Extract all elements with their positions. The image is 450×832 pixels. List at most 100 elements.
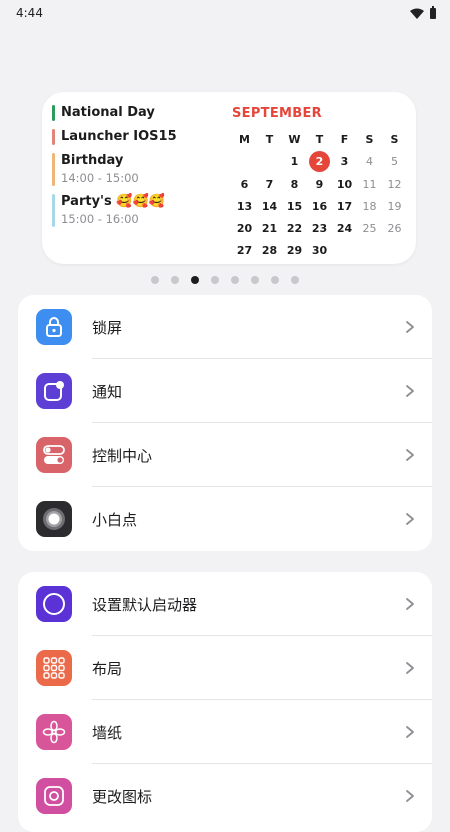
event-title: Party's 🥰🥰🥰 (61, 194, 165, 209)
page-dot[interactable] (171, 276, 179, 284)
calendar-day: 26 (387, 222, 402, 235)
settings-row-assistive-touch[interactable]: 小白点 (18, 487, 432, 551)
calendar-day: 1 (290, 155, 299, 168)
calendar-empty-cell (257, 152, 282, 171)
mini-calendar: SEPTEMBER M T W T F S S 1 2 3 4 5 6 7 8 9 10 11 12 13 14 15 16… (232, 106, 408, 260)
calendar-day: 8 (290, 178, 299, 191)
notification-icon (36, 373, 72, 409)
event-item: Birthday 14:00 - 15:00 (52, 152, 222, 187)
calendar-day: 28 (261, 244, 278, 257)
assistive-touch-icon (36, 501, 72, 537)
calendar-day: 25 (362, 222, 377, 235)
calendar-day: 15 (286, 200, 303, 213)
page-indicator[interactable] (0, 276, 450, 284)
settings-row-label: 控制中心 (92, 446, 153, 465)
page-dot[interactable] (271, 276, 279, 284)
settings-row-label: 小白点 (92, 510, 138, 529)
calendar-day: 30 (311, 244, 328, 257)
event-item: National Day (52, 104, 222, 122)
layout-grid-icon (36, 650, 72, 686)
settings-row-control-center[interactable]: 控制中心 (18, 423, 432, 487)
chevron-right-icon (406, 513, 414, 525)
event-item: Party's 🥰🥰🥰 15:00 - 16:00 (52, 193, 222, 228)
settings-group-system: 锁屏通知控制中心小白点 (18, 295, 432, 551)
wallpaper-flower-icon (36, 714, 72, 750)
event-item: Launcher IOS15 (52, 128, 222, 146)
calendar-day: 18 (362, 200, 377, 213)
settings-row-default-launcher[interactable]: 设置默认启动器 (18, 572, 432, 636)
calendar-weekday: W (288, 133, 301, 146)
event-list: National Day Launcher IOS15 Birthday 14:… (52, 104, 222, 234)
settings-row-lock[interactable]: 锁屏 (18, 295, 432, 359)
status-time: 4:44 (16, 6, 43, 20)
control-center-icon (36, 437, 72, 473)
calendar-weekday: S (390, 133, 399, 146)
chevron-right-icon (406, 385, 414, 397)
calendar-weekday: M (239, 133, 250, 146)
calendar-day: 13 (236, 200, 253, 213)
calendar-day: 22 (286, 222, 303, 235)
calendar-weekday: T (265, 133, 274, 146)
calendar-day: 4 (366, 155, 373, 168)
settings-row-change-icon[interactable]: 更改图标 (18, 764, 432, 828)
calendar-day: 10 (336, 178, 353, 191)
chevron-right-icon (406, 449, 414, 461)
event-time: 14:00 - 15:00 (61, 171, 139, 185)
settings-row-label: 设置默认启动器 (92, 595, 198, 614)
page-dot[interactable] (251, 276, 259, 284)
settings-row-notification[interactable]: 通知 (18, 359, 432, 423)
settings-row-label: 更改图标 (92, 787, 153, 806)
settings-row-label: 锁屏 (92, 318, 123, 337)
calendar-day: 29 (286, 244, 303, 257)
calendar-empty-cell (382, 241, 407, 260)
calendar-day: 9 (315, 178, 324, 191)
calendar-empty-cell (232, 152, 257, 171)
event-color-bar (52, 153, 55, 186)
battery-icon (430, 5, 436, 19)
calendar-month: SEPTEMBER (232, 106, 322, 121)
change-icon-icon (36, 778, 72, 814)
settings-row-label: 墙纸 (92, 723, 123, 742)
page-dot[interactable] (151, 276, 159, 284)
settings-group-appearance: 设置默认启动器 布局墙纸更改图标 (18, 572, 432, 832)
page-dot[interactable] (291, 276, 299, 284)
chevron-right-icon (406, 662, 414, 674)
default-launcher-icon (36, 586, 72, 622)
settings-row-label: 布局 (92, 659, 123, 678)
chevron-right-icon (406, 598, 414, 610)
wifi-icon (410, 8, 424, 19)
calendar-day: 21 (261, 222, 278, 235)
calendar-weekday: F (340, 133, 349, 146)
calendar-day: 12 (387, 178, 402, 191)
calendar-grid: M T W T F S S 1 2 3 4 5 6 7 8 9 10 11 12 13 14 15 16 17 18 19 20 21… (232, 130, 408, 260)
calendar-day: 17 (336, 200, 353, 213)
calendar-day: 14 (261, 200, 278, 213)
status-icons (410, 5, 436, 19)
calendar-day: 24 (336, 222, 353, 235)
calendar-day: 16 (311, 200, 328, 213)
page-dot-active[interactable] (191, 276, 199, 284)
chevron-right-icon (406, 790, 414, 802)
chevron-right-icon (406, 726, 414, 738)
settings-row-label: 通知 (92, 382, 123, 401)
calendar-day: 3 (340, 155, 349, 168)
event-title: Launcher IOS15 (61, 129, 177, 144)
calendar-day: 6 (240, 178, 249, 191)
page-dot[interactable] (231, 276, 239, 284)
calendar-empty-cell (332, 241, 357, 260)
calendar-day: 7 (265, 178, 274, 191)
event-color-bar (52, 105, 55, 121)
settings-row-layout-grid[interactable]: 布局 (18, 636, 432, 700)
calendar-day: 20 (236, 222, 253, 235)
settings-row-wallpaper-flower[interactable]: 墙纸 (18, 700, 432, 764)
event-color-bar (52, 194, 55, 227)
calendar-day: 27 (236, 244, 253, 257)
calendar-widget[interactable]: National Day Launcher IOS15 Birthday 14:… (42, 92, 416, 264)
event-color-bar (52, 129, 55, 145)
event-title: National Day (61, 105, 155, 120)
event-title: Birthday (61, 153, 124, 168)
page-dot[interactable] (211, 276, 219, 284)
lock-icon (36, 309, 72, 345)
calendar-weekday: S (365, 133, 374, 146)
calendar-today: 2 (309, 151, 330, 172)
